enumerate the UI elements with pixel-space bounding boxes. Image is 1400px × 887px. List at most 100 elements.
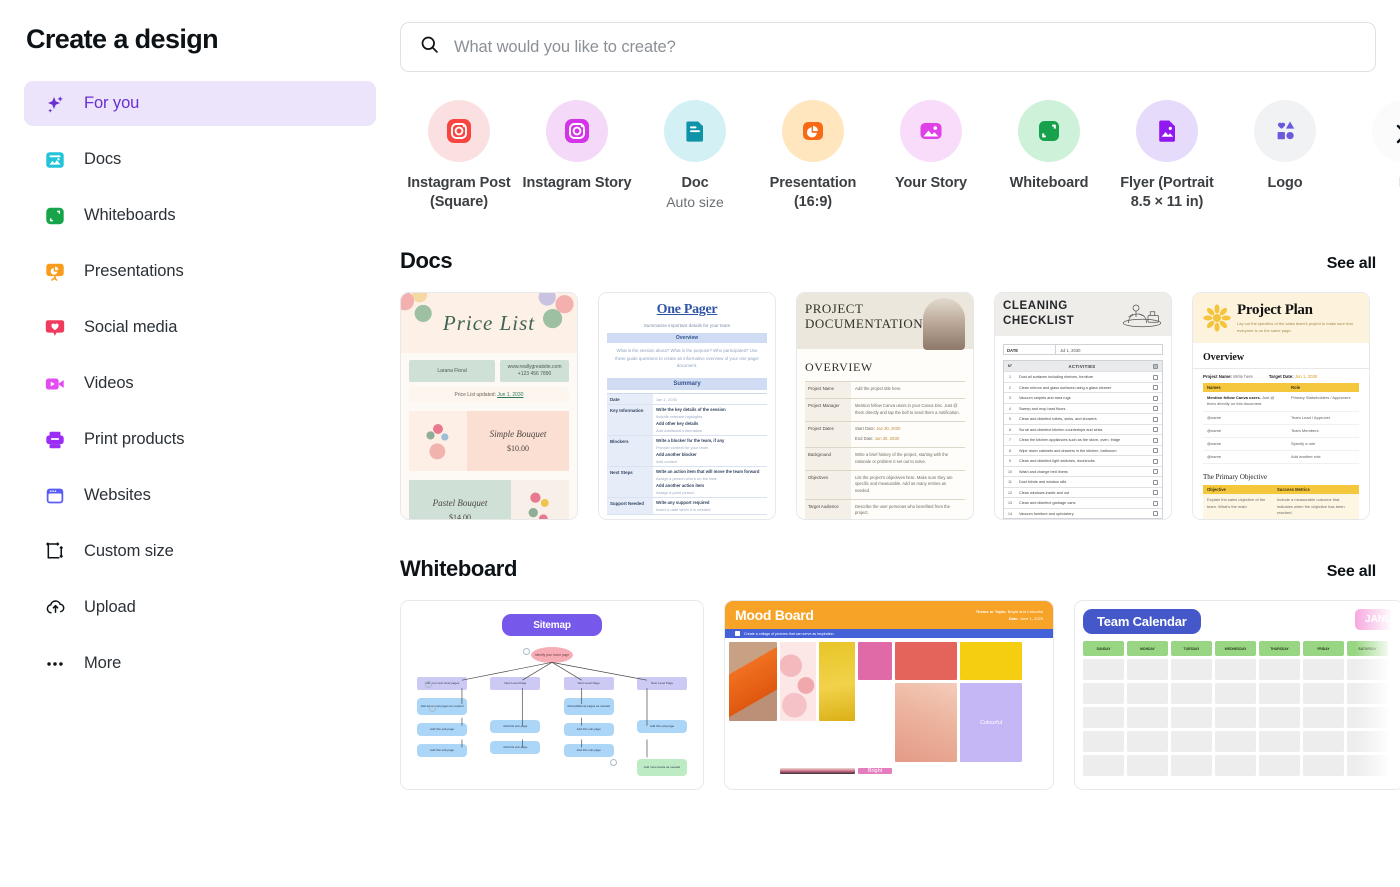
category-presentation-16-9[interactable]: Presentation (16:9) xyxy=(754,100,872,212)
sidebar-item-whiteboards[interactable]: Whiteboards xyxy=(24,193,376,238)
project-plan-title: Project Plan xyxy=(1237,302,1313,319)
checkbox-icon[interactable] xyxy=(1152,511,1158,516)
sidebar-item-label: Docs xyxy=(84,150,122,168)
swatch-coral xyxy=(895,642,957,681)
template-card-one-pager[interactable]: One Pager Summarize important details fo… xyxy=(598,292,776,521)
category-cut-off[interactable]: F xyxy=(1344,100,1400,212)
price-item-row: Pastel Bouquet $14.00 xyxy=(409,480,569,520)
docs-carousel: Price List Larana Floral www.reallygreat… xyxy=(400,292,1400,521)
item-price: $14.00 xyxy=(449,513,471,521)
main-content: Instagram Post (Square) Instagram Story xyxy=(400,0,1400,887)
category-bubble xyxy=(664,100,726,162)
category-doc[interactable]: Doc Auto size xyxy=(636,100,754,212)
table-row: @name Add another role xyxy=(1203,451,1359,465)
category-sublabel: Auto size xyxy=(666,194,724,211)
updated-date: Jun 1, 2030 xyxy=(497,391,524,398)
category-label: Whiteboard xyxy=(1009,175,1089,191)
price-item-text: Simple Bouquet $10.00 xyxy=(467,411,569,472)
checkbox-icon[interactable] xyxy=(1152,427,1158,432)
checkbox-icon[interactable] xyxy=(1152,500,1158,506)
checkbox-icon[interactable] xyxy=(1152,479,1158,485)
checkbox-icon[interactable] xyxy=(1152,395,1158,401)
image-face-closeup xyxy=(895,683,957,763)
sidebar-item-print-products[interactable]: Print products xyxy=(24,417,376,462)
category-logo[interactable]: Logo xyxy=(1226,100,1344,212)
template-card-team-calendar[interactable]: Team Calendar JANUARY SUNDAY MONDAY TUES… xyxy=(1074,600,1400,791)
checkbox-icon[interactable] xyxy=(1152,437,1158,443)
template-card-sitemap[interactable]: Sitemap Identify your home page Add your… xyxy=(400,600,704,791)
template-card-project-plan[interactable]: Project Plan Lay out the specifics of th… xyxy=(1192,292,1370,521)
whiteboard-icon xyxy=(1039,121,1059,141)
template-card-cleaning-checklist[interactable]: CLEANING CHECKLIST DATE Jul 1, 2030 N° A… xyxy=(994,292,1172,521)
price-list-title: Price List xyxy=(442,310,536,335)
sidebar-item-presentations[interactable]: Presentations xyxy=(24,249,376,294)
table-row: Blockers Write a blocker for the team, i… xyxy=(607,436,767,468)
template-card-project-documentation[interactable]: PROJECT DOCUMENTATION OVERVIEW Project N… xyxy=(796,292,974,521)
overview-band: Overview xyxy=(607,333,767,344)
checkbox-icon[interactable] xyxy=(1152,416,1158,422)
category-label: Logo xyxy=(1267,175,1303,191)
checkbox-icon[interactable] xyxy=(1152,374,1158,380)
whiteboard-next-button[interactable] xyxy=(1396,678,1400,705)
contact-chip: www.reallygreatsite.com +123 456 7890 xyxy=(500,360,569,383)
category-label: Doc xyxy=(681,175,709,191)
sidebar-item-custom-size[interactable]: Custom size xyxy=(24,529,376,574)
calendar-row xyxy=(1083,755,1400,777)
docs-next-button[interactable] xyxy=(1396,356,1400,383)
row-label: Blockers xyxy=(607,436,653,467)
checkbox-icon xyxy=(1152,363,1158,369)
category-bubble xyxy=(1254,100,1316,162)
sidebar-item-videos[interactable]: Videos xyxy=(24,361,376,406)
logo-shapes-icon xyxy=(1277,121,1295,140)
category-whiteboard[interactable]: Whiteboard xyxy=(990,100,1108,212)
category-instagram-story[interactable]: Instagram Story xyxy=(518,100,636,212)
sidebar-item-docs[interactable]: Docs xyxy=(24,137,376,182)
sidebar-item-social-media[interactable]: Social media xyxy=(24,305,376,350)
checkbox-icon[interactable] xyxy=(1152,469,1158,474)
app-root: Create a design For you Docs Whiteboards… xyxy=(0,0,1400,887)
sidebar-item-upload[interactable]: Upload xyxy=(24,585,376,630)
price-item-row: Simple Bouquet $10.00 xyxy=(409,411,569,472)
sparkle-icon xyxy=(42,91,68,117)
sidebar-item-label: For you xyxy=(84,94,140,112)
sidebar-item-for-you[interactable]: For you xyxy=(24,81,376,126)
bouquet-image xyxy=(409,411,467,472)
one-pager-thumbnail: One Pager Summarize important details fo… xyxy=(599,293,775,520)
checkbox-icon[interactable] xyxy=(1152,458,1158,464)
calendar-grid xyxy=(1083,659,1400,777)
day-header: MONDAY xyxy=(1127,641,1168,657)
checkbox-icon[interactable] xyxy=(1152,448,1158,453)
category-bubble xyxy=(428,100,490,162)
category-bubble xyxy=(782,100,844,162)
category-instagram-post-square[interactable]: Instagram Post (Square) xyxy=(400,100,518,212)
see-all-whiteboard-button[interactable]: See all xyxy=(1327,563,1377,581)
section-docs: Docs See all Price List Larana Floral ww… xyxy=(400,248,1400,521)
updated-row: Price List updated: Jun 1, 2030 xyxy=(409,387,569,403)
table-row: @name Team Lead / Approver xyxy=(1203,412,1359,425)
search-box[interactable] xyxy=(400,22,1376,72)
image-tulips xyxy=(819,642,855,722)
see-all-docs-button[interactable]: See all xyxy=(1327,255,1377,273)
summary-band: Summary xyxy=(607,378,767,391)
category-next-button[interactable] xyxy=(1390,122,1400,146)
project-doc-hero: PROJECT DOCUMENTATION xyxy=(797,293,973,351)
sidebar-item-websites[interactable]: Websites xyxy=(24,473,376,518)
search-input[interactable] xyxy=(454,37,1357,57)
checkbox-icon[interactable] xyxy=(1152,490,1158,495)
section-header: Whiteboard See all xyxy=(400,556,1376,582)
table-row: 2 Clean mirrors and glass surfaces using … xyxy=(1004,381,1162,393)
date-row: DATE Jul 1, 2030 xyxy=(1003,344,1163,356)
category-your-story[interactable]: Your Story xyxy=(872,100,990,212)
swatch-bright-label: Bright xyxy=(858,768,892,775)
template-card-mood-board[interactable]: Mood Board Theme or Topic: Bright and Co… xyxy=(724,600,1054,791)
sidebar-item-more[interactable]: More xyxy=(24,641,376,686)
website-text: www.reallygreatsite.com xyxy=(507,363,562,370)
category-flyer-portrait[interactable]: Flyer (Portrait 8.5 × 11 in) xyxy=(1108,100,1226,212)
checkbox-icon[interactable] xyxy=(1152,406,1158,411)
checkbox-icon[interactable] xyxy=(1152,385,1158,390)
day-header: TUESDAY xyxy=(1171,641,1212,657)
sitemap-badge xyxy=(523,648,530,656)
item-price: $10.00 xyxy=(507,444,529,454)
template-card-price-list[interactable]: Price List Larana Floral www.reallygreat… xyxy=(400,292,578,521)
project-doc-table: Project Name Add the project title here.… xyxy=(805,381,965,520)
